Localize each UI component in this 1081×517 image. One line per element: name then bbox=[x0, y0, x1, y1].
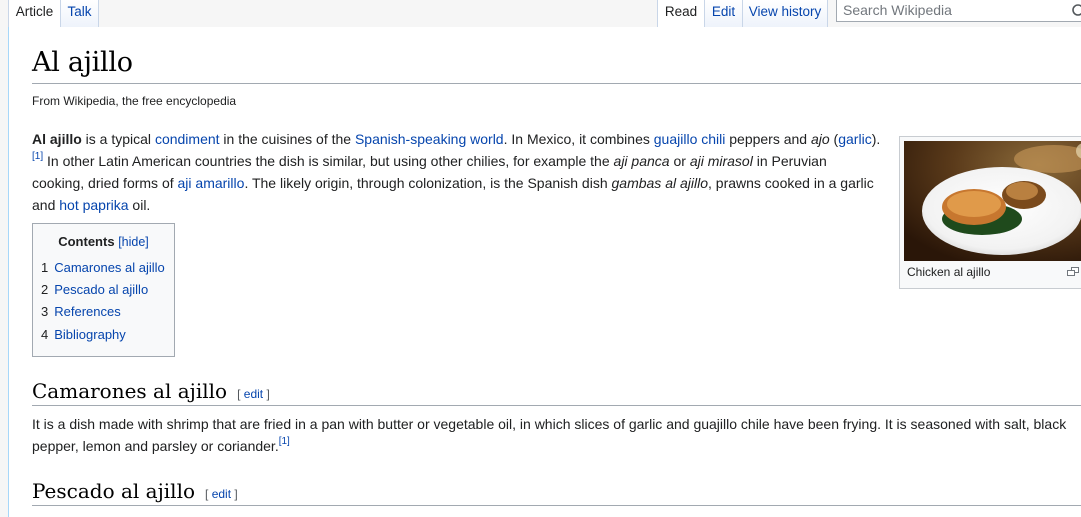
lead-italic: aji mirasol bbox=[689, 153, 753, 169]
toc-item[interactable]: 3 References bbox=[41, 304, 121, 319]
table-of-contents: Contents [hide] 1 Camarones al ajillo 2 Pe… bbox=[32, 223, 175, 357]
link-aji-amarillo[interactable]: aji amarillo bbox=[178, 175, 245, 191]
lead-text: In other Latin American countries the di… bbox=[43, 153, 614, 169]
lead-text: in the cuisines of the bbox=[219, 131, 355, 147]
tab-talk-label: Talk bbox=[67, 4, 92, 19]
toc-item-label[interactable]: Bibliography bbox=[54, 327, 126, 342]
toc-item[interactable]: 2 Pescado al ajillo bbox=[41, 282, 148, 297]
lead-italic: aji panca bbox=[613, 153, 670, 169]
tab-talk[interactable]: Talk bbox=[60, 0, 99, 27]
search-input[interactable] bbox=[843, 2, 1058, 18]
toc-item-label[interactable]: Pescado al ajillo bbox=[54, 282, 148, 297]
toc-header: Contents [hide] bbox=[33, 234, 174, 249]
image-thumbnail: Chicken al ajillo bbox=[899, 136, 1081, 289]
toc-item-number: 4 bbox=[41, 327, 49, 342]
lead-text: . In Mexico, it combines bbox=[503, 131, 654, 147]
magnify-icon[interactable] bbox=[1067, 267, 1079, 276]
section-heading-text: Pescado al ajillo bbox=[32, 479, 196, 503]
tab-view-history-label: View history bbox=[748, 4, 822, 19]
edit-bracket: [ bbox=[237, 387, 244, 401]
top-navigation: Article Talk Read Edit View history bbox=[0, 0, 1081, 27]
toc-item[interactable]: 4 Bibliography bbox=[41, 327, 126, 342]
site-tagline: From Wikipedia, the free encyclopedia bbox=[32, 94, 237, 108]
section-heading: Camarones al ajillo [ edit ] bbox=[32, 379, 270, 403]
lead-italic: gambas al ajillo bbox=[611, 175, 709, 191]
tab-edit[interactable]: Edit bbox=[704, 0, 742, 27]
title-divider bbox=[32, 83, 1081, 84]
search-icon[interactable] bbox=[1071, 3, 1081, 19]
link-hot-paprika[interactable]: hot paprika bbox=[59, 197, 128, 213]
lead-italic: ajo bbox=[810, 131, 830, 147]
link-guajillo-chili[interactable]: guajillo chili bbox=[654, 131, 726, 147]
lead-term: Al ajillo bbox=[32, 131, 82, 147]
tab-edit-label: Edit bbox=[711, 4, 736, 19]
lead-text: oil. bbox=[128, 197, 151, 213]
link-spanish-speaking-world[interactable]: Spanish-speaking world bbox=[355, 131, 504, 147]
reference-link[interactable]: [1] bbox=[32, 151, 43, 162]
article-content: Al ajillo From Wikipedia, the free encyc… bbox=[8, 27, 1081, 517]
lead-text: ( bbox=[829, 131, 839, 147]
search-box[interactable] bbox=[836, 0, 1081, 22]
lead-text: peppers and bbox=[725, 131, 811, 147]
edit-section-link[interactable]: edit bbox=[212, 487, 231, 501]
lead-text: . The likely origin, through colonizatio… bbox=[244, 175, 612, 191]
edit-bracket: ] bbox=[263, 387, 270, 401]
section-heading-text: Camarones al ajillo bbox=[32, 379, 228, 403]
thumbnail-image[interactable] bbox=[904, 141, 1081, 261]
toc-item-number: 3 bbox=[41, 304, 49, 319]
page-title: Al ajillo bbox=[32, 47, 133, 78]
lead-text: or bbox=[669, 153, 690, 169]
tab-view-history[interactable]: View history bbox=[742, 0, 828, 27]
reference-link[interactable]: [1] bbox=[279, 436, 290, 447]
edit-section: [ edit ] bbox=[237, 387, 270, 401]
lead-paragraph: Al ajillo is a typical condiment in the … bbox=[32, 128, 882, 216]
chicken-dish-photo bbox=[904, 141, 1081, 261]
tab-article-label: Article bbox=[15, 4, 54, 19]
section-divider bbox=[32, 405, 1081, 406]
edit-bracket: ] bbox=[231, 487, 238, 501]
link-garlic[interactable]: garlic bbox=[838, 131, 871, 147]
edit-section: [ edit ] bbox=[205, 487, 238, 501]
thumbnail-caption: Chicken al ajillo bbox=[907, 265, 991, 279]
toc-item-label[interactable]: Camarones al ajillo bbox=[54, 260, 165, 275]
tab-article[interactable]: Article bbox=[8, 0, 60, 27]
edit-bracket: [ bbox=[205, 487, 212, 501]
section-text: It is a dish made with shrimp that are f… bbox=[32, 416, 1067, 454]
lead-text: ). bbox=[871, 131, 881, 147]
tab-read[interactable]: Read bbox=[657, 0, 704, 27]
toc-title: Contents bbox=[58, 234, 115, 249]
lead-text: is a typical bbox=[81, 131, 155, 147]
toc-item-label[interactable]: References bbox=[54, 304, 120, 319]
toc-item[interactable]: 1 Camarones al ajillo bbox=[41, 260, 165, 275]
section-divider bbox=[32, 505, 1081, 506]
edit-section-link[interactable]: edit bbox=[244, 387, 263, 401]
toc-item-number: 1 bbox=[41, 260, 49, 275]
toc-item-number: 2 bbox=[41, 282, 49, 297]
link-condiment[interactable]: condiment bbox=[155, 131, 220, 147]
tab-read-label: Read bbox=[664, 4, 698, 19]
section-heading: Pescado al ajillo [ edit ] bbox=[32, 479, 238, 503]
section-paragraph: It is a dish made with shrimp that are f… bbox=[32, 413, 1077, 457]
toc-hide-toggle[interactable]: [hide] bbox=[118, 235, 149, 249]
